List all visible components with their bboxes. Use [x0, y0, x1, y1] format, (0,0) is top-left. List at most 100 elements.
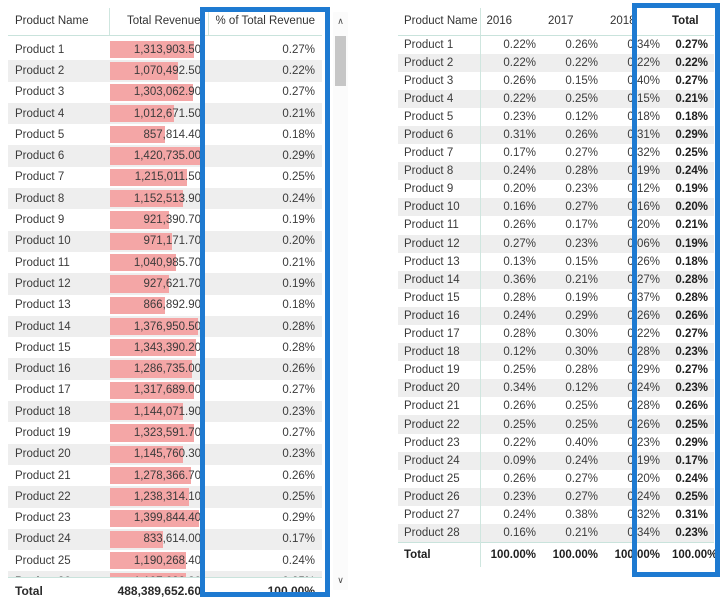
table-row[interactable]: Product 2 0.22% 0.22% 0.22% 0.22% [398, 53, 714, 72]
table-row[interactable]: Product 3 1,303,062.90 0.27% [8, 81, 322, 103]
cell-2016: 0.20% [503, 183, 536, 196]
cell-pct-of-total-revenue: 0.24% [282, 192, 315, 205]
cell-product-name: Product 21 [398, 397, 481, 416]
cell-2016: 0.28% [503, 328, 536, 341]
table-row[interactable]: Product 20 0.34% 0.12% 0.24% 0.23% [398, 379, 714, 398]
table-row[interactable]: Product 16 1,286,735.00 0.26% [8, 358, 322, 380]
table-row[interactable]: Product 25 1,190,268.40 0.24% [8, 550, 322, 572]
cell-2017: 0.27% [565, 490, 598, 503]
table-row[interactable]: Product 14 0.36% 0.21% 0.27% 0.28% [398, 270, 714, 289]
table-row[interactable]: Product 8 1,152,513.90 0.24% [8, 188, 322, 210]
table-row[interactable]: Product 4 1,012,671.50 0.21% [8, 102, 322, 125]
table-row[interactable]: Product 28 0.16% 0.21% 0.34% 0.23% [398, 524, 714, 543]
cell-total-revenue: 857,814.40 [109, 124, 208, 145]
table-row[interactable]: Product 1 0.22% 0.26% 0.34% 0.27% [398, 35, 714, 54]
table-row[interactable]: Product 17 0.28% 0.30% 0.22% 0.27% [398, 325, 714, 344]
cell-2016: 0.24% [503, 508, 536, 521]
table-row[interactable]: Product 7 1,215,011.50 0.25% [8, 166, 322, 189]
table-row[interactable]: Product 22 0.25% 0.25% 0.26% 0.25% [398, 415, 714, 434]
cell-total: 0.18% [675, 110, 708, 123]
table-row[interactable]: Product 1 1,313,903.50 0.27% [8, 39, 322, 61]
table-row[interactable]: Product 14 1,376,950.50 0.28% [8, 315, 322, 338]
table-row[interactable]: Product 19 0.25% 0.28% 0.29% 0.27% [398, 361, 714, 380]
cell-2017: 0.30% [565, 346, 598, 359]
table-row[interactable]: Product 24 833,614.00 0.17% [8, 528, 322, 551]
left-table-rows-viewport[interactable]: Product 1 1,313,903.50 0.27% Product 2 1,070… [8, 39, 322, 577]
cell-2018: 0.06% [627, 237, 660, 250]
table-row[interactable]: Product 7 0.17% 0.27% 0.32% 0.25% [398, 144, 714, 163]
table-row[interactable]: Product 15 0.28% 0.19% 0.37% 0.28% [398, 288, 714, 307]
cell-total-revenue: 1,420,735.00 [109, 145, 208, 166]
cell-product-name: Product 14 [398, 270, 481, 289]
table-row[interactable]: Product 23 1,399,844.40 0.29% [8, 507, 322, 529]
column-header-total[interactable]: Total [666, 8, 714, 36]
cell-product-name: Product 2 [15, 64, 65, 77]
cell-total: 0.27% [675, 328, 708, 341]
cell-total-revenue: 1,040,985.70 [109, 252, 208, 273]
table-row[interactable]: Product 3 0.26% 0.15% 0.40% 0.27% [398, 71, 714, 90]
table-row[interactable]: Product 18 0.12% 0.30% 0.28% 0.23% [398, 343, 714, 362]
total-revenue-table[interactable]: Product Name Total Revenue % of Total Re… [8, 8, 322, 604]
table-row[interactable]: Product 19 1,323,591.70 0.27% [8, 422, 322, 444]
column-header-product-name[interactable]: Product Name [398, 8, 481, 36]
table-row[interactable]: Product 17 1,317,689.00 0.27% [8, 379, 322, 402]
table-row[interactable]: Product 13 866,892.90 0.18% [8, 294, 322, 316]
column-header-total-revenue[interactable]: Total Revenue [108, 8, 208, 36]
table-row[interactable]: Product 11 0.26% 0.17% 0.20% 0.21% [398, 216, 714, 235]
column-header-2017[interactable]: 2017 [542, 8, 604, 36]
cell-pct-of-total-revenue: 0.23% [282, 405, 315, 418]
table-row[interactable]: Product 8 0.24% 0.28% 0.19% 0.24% [398, 162, 714, 181]
table-row[interactable]: Product 10 0.16% 0.27% 0.16% 0.20% [398, 198, 714, 217]
pct-by-year-matrix[interactable]: Product Name 2016 2017 2018 Total Produc… [398, 8, 717, 567]
cell-2017: 0.38% [565, 508, 598, 521]
table-row[interactable]: Product 18 1,144,071.90 0.23% [8, 401, 322, 423]
table-row[interactable]: Product 5 857,814.40 0.18% [8, 124, 322, 146]
cell-2016: 0.22% [503, 436, 536, 449]
table-row[interactable]: Product 4 0.22% 0.25% 0.15% 0.21% [398, 89, 714, 108]
scrollbar-thumb[interactable] [335, 36, 346, 86]
table-row[interactable]: Product 21 0.26% 0.25% 0.28% 0.26% [398, 397, 714, 416]
table-row[interactable]: Product 10 971,171.70 0.20% [8, 230, 322, 252]
table-row[interactable]: Product 9 921,390.70 0.19% [8, 209, 322, 231]
cell-total-revenue: 1,152,513.90 [109, 188, 208, 209]
cell-total: 0.29% [675, 129, 708, 142]
cell-total-revenue-value: 1,144,071.90 [133, 405, 201, 418]
table-row[interactable]: Product 21 1,278,366.70 0.26% [8, 464, 322, 487]
table-row[interactable]: Product 16 0.24% 0.29% 0.26% 0.26% [398, 306, 714, 325]
table-row[interactable]: Product 9 0.20% 0.23% 0.12% 0.19% [398, 180, 714, 199]
table-row[interactable]: Product 15 1,343,390.20 0.28% [8, 337, 322, 359]
cell-total: 0.31% [675, 508, 708, 521]
table-row[interactable]: Product 6 0.31% 0.26% 0.31% 0.29% [398, 125, 714, 145]
table-row[interactable]: Product 24 0.09% 0.24% 0.19% 0.17% [398, 451, 714, 470]
table-row[interactable]: Product 13 0.13% 0.15% 0.26% 0.18% [398, 252, 714, 271]
table-row[interactable]: Product 27 0.24% 0.38% 0.32% 0.31% [398, 505, 714, 525]
cell-2018: 0.31% [627, 129, 660, 142]
cell-product-name: Product 12 [398, 234, 481, 253]
cell-product-name: Product 25 [398, 469, 481, 488]
cell-total-revenue-value: 1,278,366.70 [133, 469, 201, 482]
left-table-scrollbar[interactable]: ∧ ∨ [333, 12, 348, 590]
scrollbar-track[interactable] [335, 31, 346, 571]
column-header-2016[interactable]: 2016 [480, 8, 542, 36]
total-pct-value: 100.00% [208, 577, 322, 604]
scroll-down-icon[interactable]: ∨ [333, 573, 348, 588]
column-header-pct-total-revenue[interactable]: % of Total Revenue [207, 8, 322, 36]
table-row[interactable]: Product 12 927,621.70 0.19% [8, 273, 322, 295]
table-row[interactable]: Product 2 1,070,492.50 0.22% [8, 60, 322, 82]
cell-2018: 0.32% [627, 508, 660, 521]
cell-pct-of-total-revenue: 0.22% [282, 64, 315, 77]
left-table-body: Product 1 1,313,903.50 0.27% Product 2 1,070… [8, 39, 322, 577]
column-header-2018[interactable]: 2018 [604, 8, 666, 36]
column-header-product-name[interactable]: Product Name [8, 8, 109, 36]
scroll-up-icon[interactable]: ∧ [333, 14, 348, 29]
table-row[interactable]: Product 25 0.26% 0.27% 0.20% 0.24% [398, 469, 714, 488]
table-row[interactable]: Product 26 0.23% 0.27% 0.24% 0.25% [398, 487, 714, 506]
cell-total-revenue: 1,012,671.50 [109, 103, 208, 124]
table-row[interactable]: Product 5 0.23% 0.12% 0.18% 0.18% [398, 107, 714, 126]
table-row[interactable]: Product 12 0.27% 0.23% 0.06% 0.19% [398, 234, 714, 253]
table-row[interactable]: Product 23 0.22% 0.40% 0.23% 0.29% [398, 433, 714, 452]
table-row[interactable]: Product 11 1,040,985.70 0.21% [8, 251, 322, 274]
table-row[interactable]: Product 22 1,238,314.10 0.25% [8, 486, 322, 508]
table-row[interactable]: Product 20 1,145,760.30 0.23% [8, 443, 322, 465]
table-row[interactable]: Product 6 1,420,735.00 0.29% [8, 145, 322, 167]
